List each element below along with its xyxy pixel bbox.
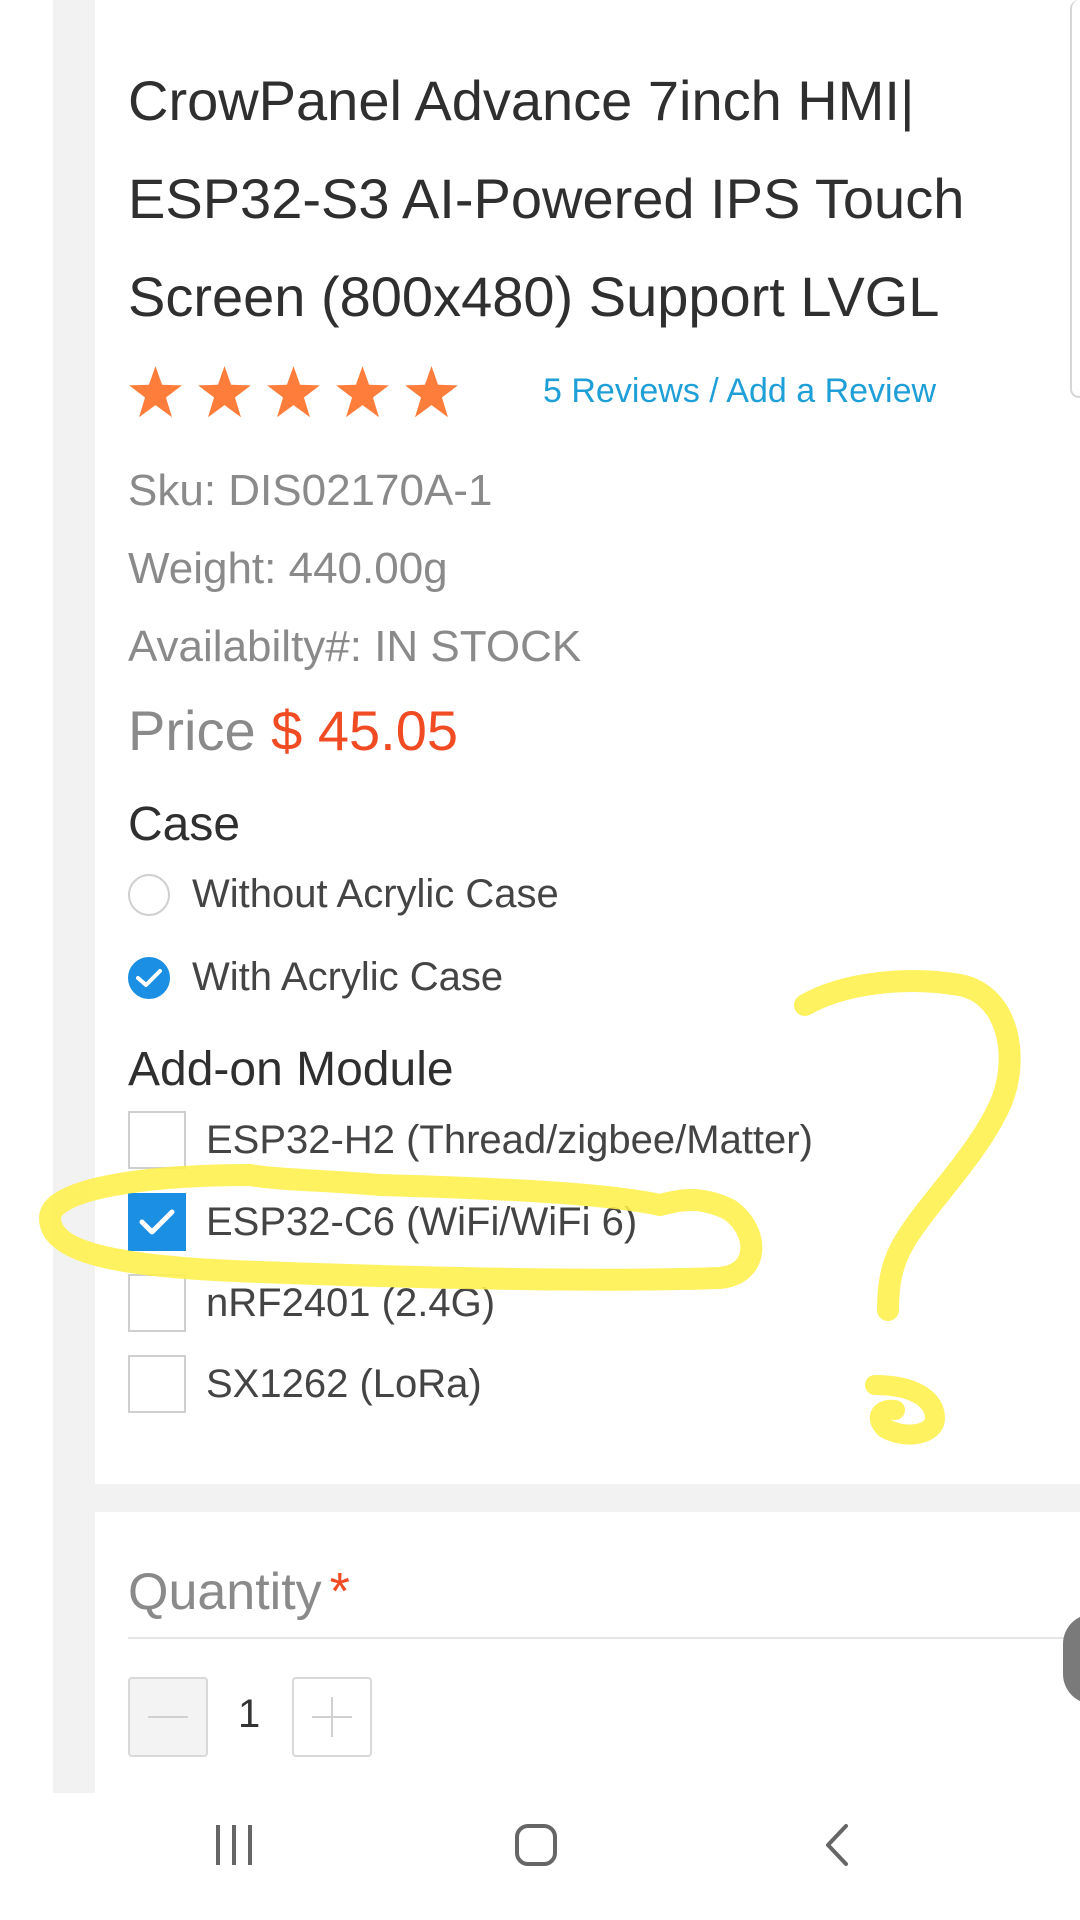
checkbox[interactable]: [128, 1111, 186, 1169]
reviews-link[interactable]: 5 Reviews / Add a Review: [543, 372, 936, 411]
minus-icon: [148, 1716, 188, 1718]
quantity-increase-button[interactable]: [292, 1677, 372, 1757]
addon-option-nrf2401[interactable]: nRF2401 (2.4G): [128, 1274, 495, 1332]
addon-option-esp32-h2[interactable]: ESP32-H2 (Thread/zigbee/Matter): [128, 1111, 813, 1169]
checkbox[interactable]: [128, 1274, 186, 1332]
rating-stars: [128, 365, 459, 420]
section-divider: [95, 1484, 1080, 1512]
recents-icon: [216, 1825, 252, 1865]
home-icon: [515, 1824, 557, 1866]
availability-text: Availabilty#: IN STOCK: [128, 622, 582, 671]
back-button[interactable]: [822, 1823, 852, 1872]
scroll-hint: [1070, 0, 1080, 398]
check-icon: [139, 1209, 175, 1235]
case-option-label: With Acrylic Case: [192, 955, 504, 999]
price-label: Price: [128, 699, 256, 762]
sku-text: Sku: DIS02170A-1: [128, 466, 493, 515]
addon-option-label: ESP32-H2 (Thread/zigbee/Matter): [206, 1117, 813, 1162]
star-icon: [267, 366, 320, 418]
addon-option-sx1262[interactable]: SX1262 (LoRa): [128, 1355, 482, 1413]
quantity-divider: [128, 1637, 1080, 1639]
plus-icon: [312, 1697, 352, 1737]
checkbox[interactable]: [128, 1355, 186, 1413]
home-button[interactable]: [514, 1823, 558, 1872]
required-mark: *: [329, 1563, 350, 1621]
page-gutter: [53, 0, 95, 1793]
case-option-without[interactable]: Without Acrylic Case: [128, 872, 559, 917]
star-icon: [405, 366, 458, 418]
system-navigation-bar: [0, 1793, 1080, 1920]
recents-button[interactable]: [212, 1823, 256, 1872]
product-title: CrowPanel Advance 7inch HMI| ESP32-S3 AI…: [128, 69, 965, 328]
weight-text: Weight: 440.00g: [128, 544, 448, 593]
addon-title: Add-on Module: [128, 1043, 454, 1096]
quantity-decrease-button[interactable]: [128, 1677, 208, 1757]
addon-option-label: nRF2401 (2.4G): [206, 1280, 496, 1325]
addon-option-label: SX1262 (LoRa): [206, 1361, 482, 1406]
floating-button-edge[interactable]: [1063, 1614, 1080, 1704]
case-option-with[interactable]: With Acrylic Case: [128, 955, 503, 1000]
star-icon: [336, 366, 389, 418]
star-icon: [129, 366, 182, 418]
quantity-label: Quantity *: [128, 1562, 350, 1622]
radio-button-selected[interactable]: [128, 956, 170, 999]
case-title: Case: [128, 798, 241, 851]
radio-button[interactable]: [128, 873, 170, 916]
quantity-label-text: Quantity: [128, 1563, 322, 1621]
addon-option-esp32-c6[interactable]: ESP32-C6 (WiFi/WiFi 6): [128, 1193, 637, 1251]
addon-option-label: ESP32-C6 (WiFi/WiFi 6): [206, 1199, 638, 1244]
quantity-value[interactable]: 1: [238, 1692, 260, 1737]
price-row: Price $ 45.05: [128, 698, 458, 763]
check-icon: [136, 968, 162, 987]
back-icon: [826, 1824, 848, 1866]
checkbox-checked[interactable]: [128, 1193, 186, 1251]
case-option-label: Without Acrylic Case: [192, 872, 559, 916]
star-icon: [198, 366, 251, 418]
price-value: $ 45.05: [271, 699, 458, 762]
